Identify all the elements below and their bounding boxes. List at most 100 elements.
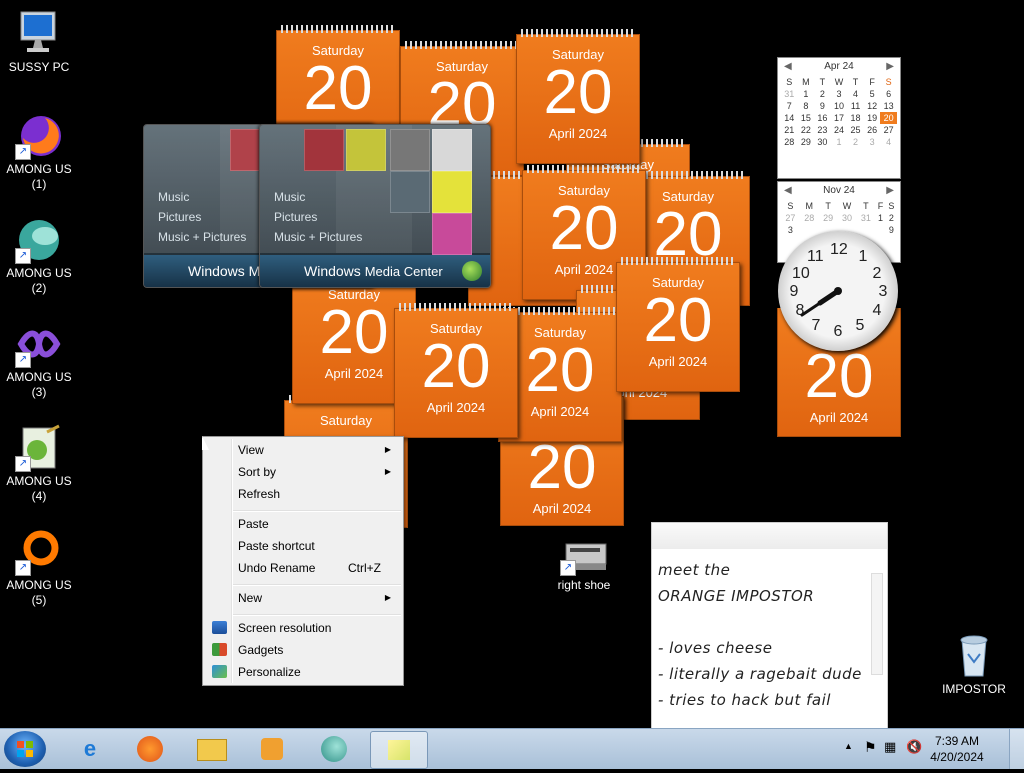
day-cell[interactable]: 9 [814, 100, 831, 112]
menu-item-undo-rename[interactable]: Undo Rename Ctrl+Z [205, 557, 401, 579]
day-cell[interactable]: 27 [880, 124, 897, 136]
day-cell-today[interactable]: 20 [880, 112, 897, 124]
day-cell[interactable]: 3 [831, 88, 848, 100]
day-cell[interactable]: 21 [781, 124, 798, 136]
show-hidden-icons-icon[interactable]: ▲ [844, 741, 853, 751]
day-cell[interactable]: 1 [798, 88, 815, 100]
day-cell[interactable]: 25 [847, 124, 864, 136]
taskbar-internet-explorer[interactable]: e [62, 731, 118, 767]
day-cell[interactable]: 2 [847, 136, 864, 148]
media-menu-pictures[interactable]: Pictures [274, 207, 362, 227]
day-cell[interactable]: 5 [864, 88, 881, 100]
desktop-icon-impostor[interactable]: IMPOSTOR [936, 632, 1012, 697]
desktop-icon-among-us-2[interactable]: ↗ AMONG US (2) [1, 216, 77, 296]
taskbar-media-player[interactable] [244, 731, 300, 767]
note-scrollbar[interactable] [871, 573, 883, 675]
day-cell[interactable]: 7 [781, 100, 798, 112]
menu-item-view[interactable]: View ▶ [205, 439, 401, 461]
desktop-icon-among-us-3[interactable]: ↗ AMONG US (3) [1, 320, 77, 400]
sticky-note[interactable]: meet the ORANGE IMPOSTOR - loves cheese … [651, 522, 888, 730]
day-cell[interactable]: 6 [880, 88, 897, 100]
desktop-icon-right-shoe[interactable]: ↗ right shoe [546, 536, 622, 593]
action-center-flag-icon[interactable]: ⚑ [864, 739, 877, 756]
day-cell[interactable]: 2 [886, 212, 897, 224]
menu-item-new[interactable]: New ▶ [205, 587, 401, 609]
day-cell[interactable]: 13 [880, 100, 897, 112]
media-center-brand: Windows Media Center [260, 255, 490, 287]
day-cell[interactable]: 18 [847, 112, 864, 124]
taskbar-firefox[interactable] [122, 731, 178, 767]
menu-item-sort-by[interactable]: Sort by ▶ [205, 461, 401, 483]
desktop-icon-among-us-4[interactable]: ↗ AMONG US (4) [1, 424, 77, 504]
day-cell[interactable]: 11 [847, 100, 864, 112]
taskbar-sticky-notes[interactable] [370, 731, 428, 769]
menu-separator [233, 614, 401, 616]
clock-gadget[interactable]: 12 1 2 3 4 5 6 7 8 9 10 11 [778, 231, 898, 351]
next-month-icon[interactable]: ▶ [886, 58, 894, 76]
day-cell[interactable]: 1 [875, 212, 885, 224]
menu-item-gadgets[interactable]: Gadgets [205, 639, 401, 661]
menu-item-paste[interactable]: Paste [205, 513, 401, 535]
day-cell[interactable]: 24 [831, 124, 848, 136]
day-cell[interactable]: 14 [781, 112, 798, 124]
taskbar-clock[interactable]: 7:39 AM 4/20/2024 [922, 733, 992, 765]
media-menu-pictures[interactable]: Pictures [158, 207, 246, 227]
taskbar-teal-orb[interactable] [306, 731, 362, 767]
calendar-gadget[interactable]: Saturday 20 April 2024 [616, 257, 740, 392]
weekday: S [888, 201, 895, 211]
media-menu-music-pictures[interactable]: Music + Pictures [158, 227, 246, 247]
day-cell[interactable]: 10 [831, 100, 848, 112]
media-menu-music-pictures[interactable]: Music + Pictures [274, 227, 362, 247]
day-cell[interactable]: 30 [814, 136, 831, 148]
network-icon[interactable]: ▦ [884, 739, 896, 755]
day-cell[interactable]: 31 [781, 88, 798, 100]
taskbar-explorer[interactable] [184, 731, 240, 767]
menu-item-paste-shortcut[interactable]: Paste shortcut [205, 535, 401, 557]
menu-item-screen-resolution[interactable]: Screen resolution [205, 617, 401, 639]
day-cell[interactable]: 12 [864, 100, 881, 112]
desktop-icon-among-us-1[interactable]: ↗ AMONG US (1) [1, 112, 77, 192]
mini-calendar-april[interactable]: ◀ Apr 24 ▶ S M T W T F S 31 1 2 3 4 5 6 … [777, 57, 901, 179]
day-cell[interactable]: 4 [880, 136, 897, 148]
media-menu-music[interactable]: Music [158, 187, 246, 207]
day-cell[interactable]: 31 [856, 212, 875, 224]
day-cell[interactable]: 29 [798, 136, 815, 148]
media-center-gadget[interactable]: Music Pictures Music + Pictures Windows … [259, 124, 491, 288]
day-cell[interactable]: 23 [814, 124, 831, 136]
day-cell[interactable]: 27 [781, 212, 800, 224]
day-cell[interactable]: 17 [831, 112, 848, 124]
show-desktop-button[interactable] [1009, 729, 1024, 769]
day-cell[interactable]: 15 [798, 112, 815, 124]
day-cell[interactable]: 3 [864, 136, 881, 148]
computer-icon [15, 10, 63, 58]
menu-separator [233, 584, 401, 586]
day-cell[interactable]: 22 [798, 124, 815, 136]
day-cell[interactable]: 8 [798, 100, 815, 112]
menu-item-label: View [238, 443, 264, 457]
prev-month-icon[interactable]: ◀ [784, 58, 792, 76]
day-cell[interactable]: 26 [864, 124, 881, 136]
day-cell[interactable]: 19 [864, 112, 881, 124]
note-line: ORANGE IMPOSTOR [658, 587, 815, 605]
start-button[interactable] [4, 731, 46, 767]
calendar-number: 20 [303, 54, 373, 123]
day-cell[interactable]: 30 [838, 212, 857, 224]
day-cell[interactable]: 4 [847, 88, 864, 100]
media-menu-music[interactable]: Music [274, 187, 362, 207]
day-cell[interactable]: 16 [814, 112, 831, 124]
menu-item-personalize[interactable]: Personalize [205, 661, 401, 683]
desktop-icon-computer[interactable]: SUSSY PC [1, 10, 77, 75]
day-cell[interactable]: 28 [781, 136, 798, 148]
prev-month-icon[interactable]: ◀ [784, 182, 792, 200]
volume-muted-icon[interactable]: 🔇 [906, 739, 922, 755]
calendar-gadget[interactable]: Saturday 20 April 2024 [516, 29, 640, 164]
desktop-icon-among-us-5[interactable]: ↗ AMONG US (5) [1, 528, 77, 608]
next-month-icon[interactable]: ▶ [886, 182, 894, 200]
day-cell[interactable]: 29 [819, 212, 838, 224]
day-cell[interactable]: 1 [831, 136, 848, 148]
menu-item-refresh[interactable]: Refresh [205, 483, 401, 505]
weekday: T [852, 77, 859, 87]
day-cell[interactable]: 2 [814, 88, 831, 100]
day-cell[interactable]: 28 [800, 212, 819, 224]
calendar-gadget[interactable]: Saturday 20 April 2024 [394, 303, 518, 438]
